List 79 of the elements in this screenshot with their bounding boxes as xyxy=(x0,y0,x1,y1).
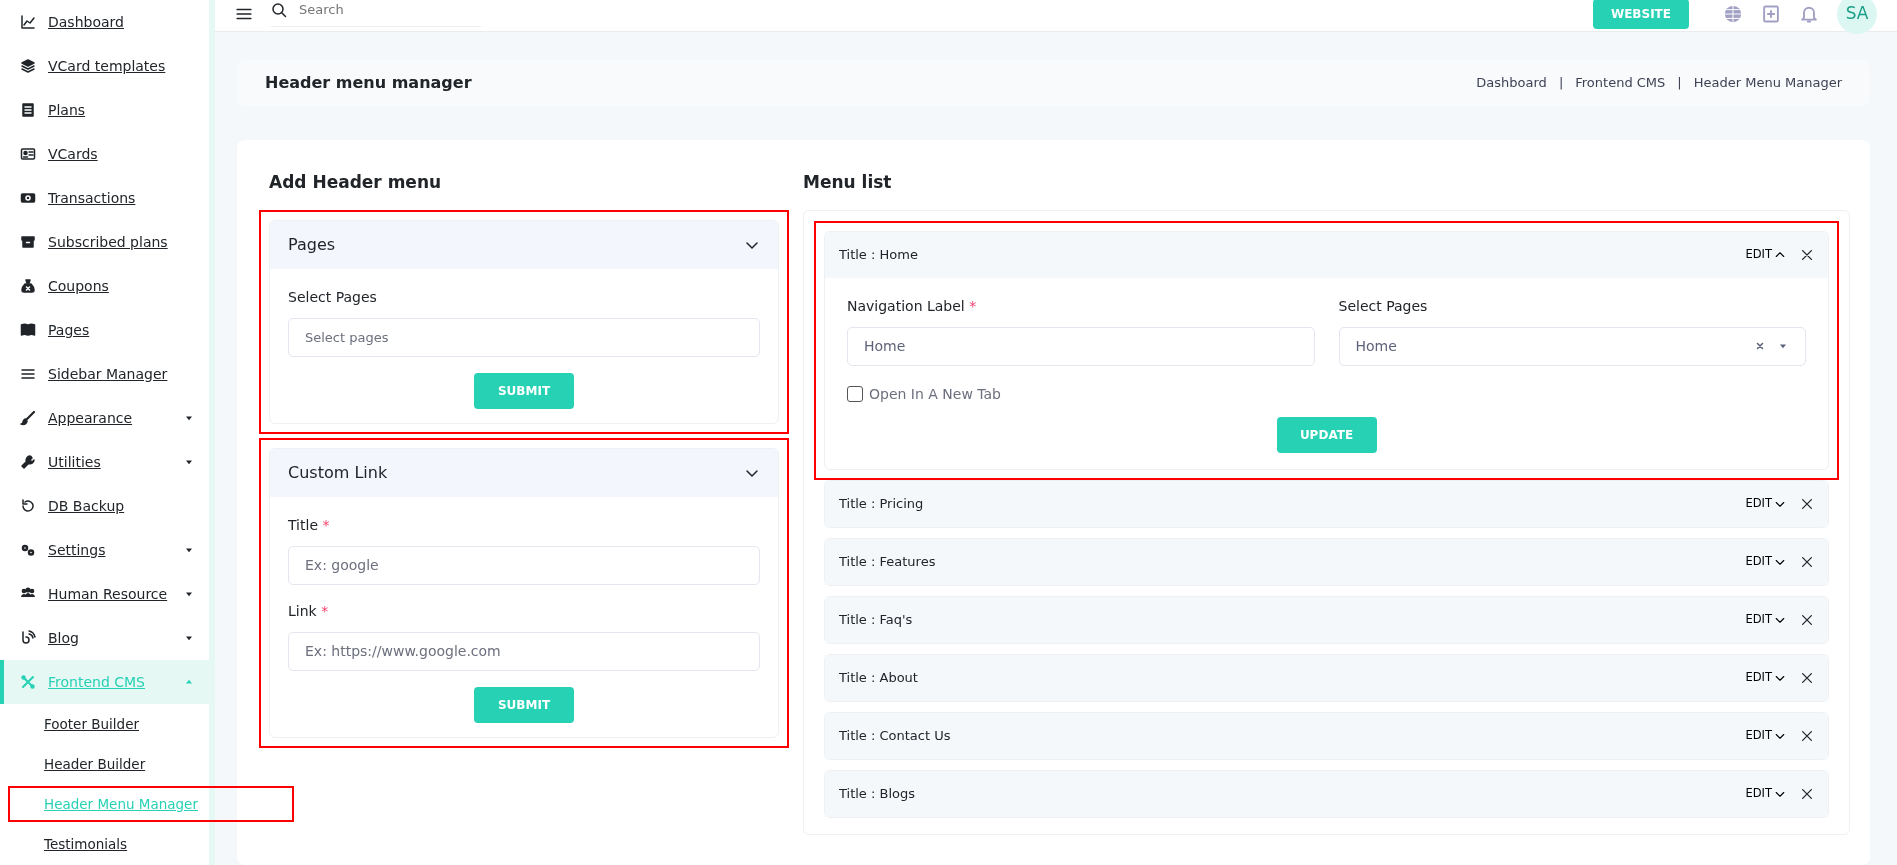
sidebar-item[interactable]: Human Resource xyxy=(0,572,209,616)
chart-icon xyxy=(20,14,36,30)
list-icon xyxy=(20,366,36,382)
field-label: Select Pages xyxy=(1338,296,1429,316)
archive-icon xyxy=(20,234,36,250)
page-title: Header menu manager xyxy=(265,72,472,94)
select-field[interactable]: Select pages xyxy=(288,317,760,357)
breadcrumb-link[interactable]: Dashboard xyxy=(1476,73,1547,93)
sidebar-item[interactable]: Dashboard xyxy=(0,0,209,44)
menu-item-title: Title : Home xyxy=(839,245,919,264)
blog-icon xyxy=(20,630,36,646)
layers-icon xyxy=(20,58,36,74)
accordion-title: Pages xyxy=(288,233,336,256)
accordion-title: Custom Link xyxy=(288,461,388,484)
select-field[interactable]: Home xyxy=(1338,326,1806,366)
edit-button[interactable]: EDIT xyxy=(1745,245,1786,264)
field-label: Title * xyxy=(288,515,331,535)
close-icon[interactable] xyxy=(1800,554,1814,569)
menu-item-title: Title : Features xyxy=(839,552,937,571)
close-icon[interactable] xyxy=(1800,670,1814,685)
id-card-icon xyxy=(20,146,36,162)
sidebar-item[interactable]: Sidebar Manager xyxy=(0,352,209,396)
edit-button[interactable]: EDIT xyxy=(1745,552,1786,571)
wrench-icon xyxy=(20,454,36,470)
menu-item-title: Title : Pricing xyxy=(839,494,925,513)
accordion-header[interactable]: Custom Link xyxy=(270,448,778,497)
field-label: Link * xyxy=(288,601,330,621)
sidebar-item[interactable]: Pages xyxy=(0,308,209,352)
close-icon[interactable] xyxy=(1800,612,1814,627)
accordion-header[interactable]: Pages xyxy=(270,220,778,269)
sidebar-subitem[interactable]: Footer Builder xyxy=(0,704,209,744)
checkbox-label: Open In A New Tab xyxy=(869,384,1001,404)
sidebar-item[interactable]: Utilities xyxy=(0,440,209,484)
breadcrumb-separator: | xyxy=(1558,74,1564,93)
close-icon[interactable] xyxy=(1800,786,1814,801)
sidebar-subitem[interactable]: Header Builder xyxy=(0,744,209,784)
menu-item-title: Title : Contact Us xyxy=(839,726,952,745)
close-icon[interactable] xyxy=(1800,496,1814,511)
money-icon xyxy=(20,190,36,206)
menu-item-title: Title : About xyxy=(839,668,919,687)
sidebar-item[interactable]: VCards xyxy=(0,132,209,176)
section-title: Add Header menu xyxy=(269,171,443,194)
edit-button[interactable]: EDIT xyxy=(1745,494,1786,513)
clear-icon[interactable] xyxy=(1755,341,1765,351)
edit-button[interactable]: EDIT xyxy=(1745,668,1786,687)
book-icon xyxy=(20,322,36,338)
edit-button[interactable]: EDIT xyxy=(1745,610,1786,629)
edit-button[interactable]: EDIT xyxy=(1745,784,1786,803)
field-label: Select Pages xyxy=(288,287,378,307)
menu-item-title: Title : Blogs xyxy=(839,784,916,803)
sidebar-item[interactable]: Subscribed plans xyxy=(0,220,209,264)
close-icon[interactable] xyxy=(1800,728,1814,743)
sidebar-item[interactable]: Transactions xyxy=(0,176,209,220)
search-icon xyxy=(271,2,287,18)
tools-icon xyxy=(20,674,36,690)
input-field[interactable]: Home xyxy=(847,326,1315,366)
receipt-icon xyxy=(20,102,36,118)
sidebar-item[interactable]: Coupons xyxy=(0,264,209,308)
breadcrumb-separator: | xyxy=(1677,74,1682,93)
sidebar-item[interactable]: VCard templates xyxy=(0,44,209,88)
sidebar-item[interactable]: Settings xyxy=(0,528,209,572)
sidebar-item[interactable]: DB Backup xyxy=(0,484,209,528)
checkbox[interactable] xyxy=(847,386,863,402)
input-field[interactable]: Ex: google xyxy=(288,545,760,585)
sidebar-item[interactable]: Plans xyxy=(0,88,209,132)
money-bag-icon xyxy=(20,278,36,294)
sidebar-item[interactable]: Appearance xyxy=(0,396,209,440)
sidebar-item[interactable]: Blog xyxy=(0,616,209,660)
field-label: Navigation Label * xyxy=(847,296,978,316)
edit-button[interactable]: EDIT xyxy=(1745,726,1786,745)
brush-icon xyxy=(20,410,36,426)
undo-icon xyxy=(20,498,36,514)
section-title: Menu list xyxy=(803,171,893,194)
breadcrumb-link[interactable]: Frontend CMS xyxy=(1575,73,1666,93)
close-icon[interactable] xyxy=(1800,247,1814,262)
menu-item-title: Title : Faq's xyxy=(839,610,914,629)
input-field[interactable]: Ex: https://www.google.com xyxy=(288,631,760,671)
sidebar-subitem[interactable]: Testimonials xyxy=(0,824,209,864)
breadcrumb-current: Header Menu Manager xyxy=(1693,74,1842,93)
